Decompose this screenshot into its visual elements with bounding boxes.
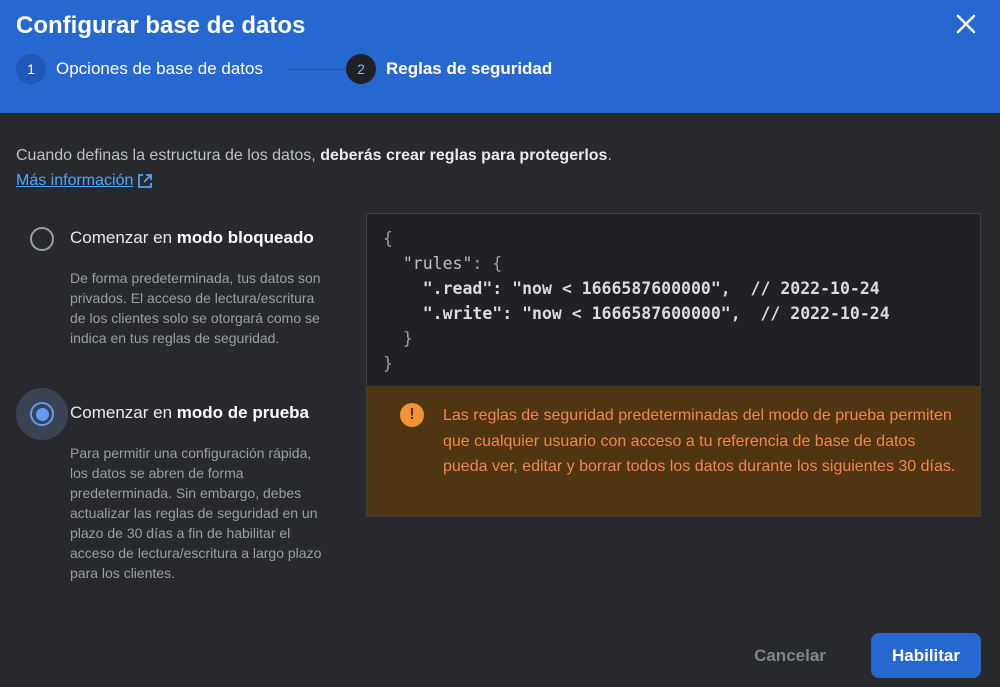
radio-selected-dot bbox=[35, 407, 49, 421]
radio-locked-mode[interactable] bbox=[16, 213, 68, 265]
option-locked-mode[interactable]: Comenzar en modo bloqueado De forma pred… bbox=[16, 213, 346, 373]
warning-banner: ! Las reglas de seguridad predeterminada… bbox=[366, 386, 981, 517]
option-label: Comenzar en modo de prueba bbox=[70, 403, 309, 423]
code-line: "rules": { bbox=[383, 251, 980, 276]
code-line: } bbox=[383, 354, 393, 373]
dialog-title: Configurar base de datos bbox=[16, 12, 306, 39]
learn-more-link[interactable]: Más información bbox=[16, 172, 153, 190]
dialog-header: Configurar base de datos 1 Opciones de b… bbox=[0, 0, 1000, 113]
close-button[interactable] bbox=[950, 8, 982, 40]
rules-code-block: { "rules": { ".read": "now < 16665876000… bbox=[366, 213, 981, 386]
intro-bold: deberás crear reglas para protegerlos bbox=[320, 147, 608, 164]
code-line: } bbox=[383, 329, 413, 348]
learn-more-label: Más información bbox=[16, 172, 134, 189]
radio-test-mode[interactable] bbox=[16, 388, 68, 440]
option-test-mode[interactable]: Comenzar en modo de prueba Para permitir… bbox=[16, 388, 346, 588]
stepper: 1 Opciones de base de datos 2 Reglas de … bbox=[16, 54, 616, 84]
intro-end: . bbox=[607, 147, 612, 164]
code-line: { bbox=[383, 229, 393, 248]
warning-icon: ! bbox=[400, 403, 424, 427]
code-value: : "now < 1666587600000", // 2022-10-24 bbox=[502, 304, 890, 323]
code-key: ".write" bbox=[383, 304, 503, 323]
intro-plain: Cuando definas la estructura de los dato… bbox=[16, 147, 321, 164]
code-line: ".write": "now < 1666587600000", // 2022… bbox=[383, 301, 980, 326]
cancel-button[interactable]: Cancelar bbox=[740, 633, 840, 678]
option-label: Comenzar en modo bloqueado bbox=[70, 228, 314, 248]
step-security-rules[interactable]: 2 Reglas de seguridad bbox=[346, 54, 552, 84]
step-label: Reglas de seguridad bbox=[386, 59, 553, 78]
code-key: "rules" bbox=[383, 254, 473, 273]
option-label-bold: modo bloqueado bbox=[176, 228, 314, 247]
code-line: ".read": "now < 1666587600000", // 2022-… bbox=[383, 276, 980, 301]
enable-button[interactable]: Habilitar bbox=[871, 633, 981, 678]
code-key: ".read" bbox=[383, 279, 493, 298]
step-number: 2 bbox=[346, 54, 376, 84]
warning-text: Las reglas de seguridad predeterminadas … bbox=[443, 407, 956, 475]
code-value: : "now < 1666587600000", // 2022-10-24 bbox=[492, 279, 880, 298]
step-number: 1 bbox=[16, 54, 46, 84]
option-description: Para permitir una configuración rápida, … bbox=[70, 445, 322, 581]
radio-circle bbox=[30, 402, 54, 426]
code-punct: : { bbox=[472, 254, 503, 273]
radio-circle bbox=[30, 227, 54, 251]
external-link-icon bbox=[138, 174, 153, 188]
option-label-prefix: Comenzar en bbox=[70, 403, 177, 422]
option-label-bold: modo de prueba bbox=[176, 403, 310, 422]
step-label: Opciones de base de datos bbox=[56, 59, 263, 78]
option-label-prefix: Comenzar en bbox=[70, 228, 177, 247]
step-database-options[interactable]: 1 Opciones de base de datos bbox=[16, 54, 263, 84]
intro-text: Cuando definas la estructura de los dato… bbox=[16, 147, 976, 165]
option-description: De forma predeterminada, tus datos son p… bbox=[70, 270, 321, 346]
close-icon bbox=[956, 14, 976, 34]
